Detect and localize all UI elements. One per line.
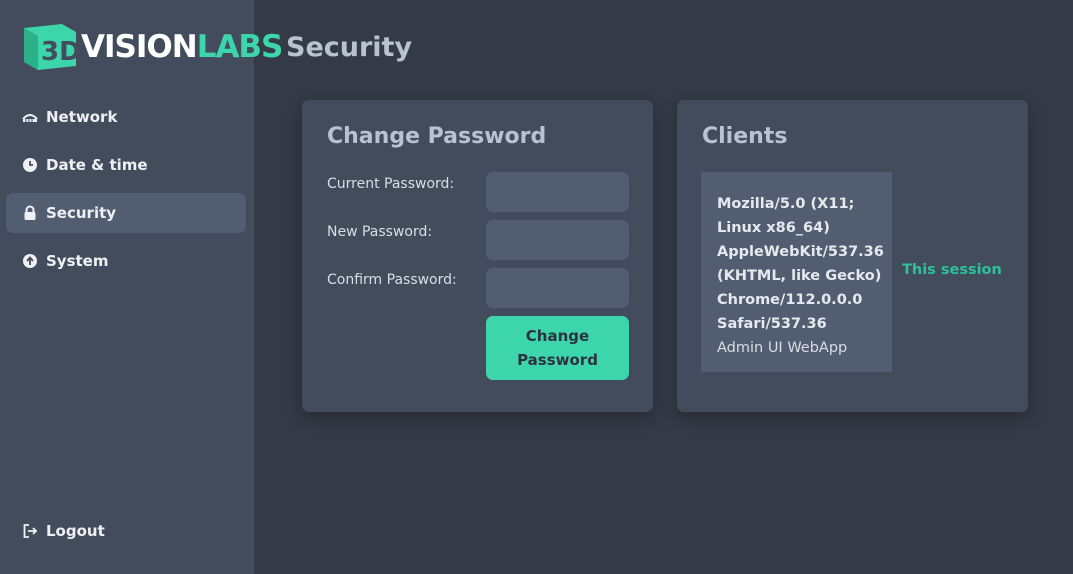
sidebar-item-label: Network: [46, 108, 118, 126]
change-password-button[interactable]: Change Password: [486, 316, 629, 380]
new-password-field[interactable]: [486, 220, 629, 260]
sidebar-item-security[interactable]: Security: [6, 193, 246, 233]
logout-button[interactable]: Logout: [6, 511, 246, 551]
logo-3d-icon: 3D: [22, 24, 81, 70]
brand-logo[interactable]: 3D VISION LABS: [22, 24, 284, 70]
clock-icon: [23, 158, 37, 172]
sidebar-item-network[interactable]: Network: [6, 97, 246, 137]
logout-label: Logout: [46, 522, 105, 540]
clients-title: Clients: [702, 124, 788, 149]
this-session-badge: This session: [902, 262, 1002, 278]
client-app-name: Admin UI WebApp: [717, 340, 848, 356]
sidebar-item-date-time[interactable]: Date & time: [6, 145, 246, 185]
client-entry: Mozilla/5.0 (X11; Linux x86_64) AppleWeb…: [701, 172, 892, 372]
sidebar-item-system[interactable]: System: [6, 241, 246, 281]
client-user-agent: Mozilla/5.0 (X11; Linux x86_64) AppleWeb…: [717, 196, 884, 332]
confirm-password-field[interactable]: [486, 268, 629, 308]
logout-icon: [23, 524, 38, 538]
sidebar-item-label: Date & time: [46, 156, 148, 174]
confirm-password-label: Confirm Password:: [327, 272, 457, 288]
sidebar: 3D VISION LABS Network Date & time Securi…: [0, 0, 283, 574]
current-password-label: Current Password:: [327, 176, 455, 192]
brand-name: VISION LABS: [81, 24, 284, 70]
lock-icon: [24, 205, 36, 220]
sidebar-item-label: Security: [46, 204, 117, 222]
change-password-card: Change Password Current Password: New Pa…: [302, 100, 653, 412]
network-icon: [22, 114, 38, 122]
new-password-label: New Password:: [327, 224, 433, 240]
brand-name-vision: VISION: [81, 29, 198, 65]
page-title: Security: [286, 32, 413, 63]
arrow-up-circle-icon: [23, 254, 37, 268]
sidebar-item-label: System: [46, 252, 109, 270]
brand-name-labs: LABS: [196, 29, 284, 65]
current-password-field[interactable]: [486, 172, 629, 212]
logo-badge-text: 3D: [41, 37, 78, 67]
change-password-title: Change Password: [327, 124, 547, 149]
clients-card: Clients Mozilla/5.0 (X11; Linux x86_64) …: [677, 100, 1028, 412]
